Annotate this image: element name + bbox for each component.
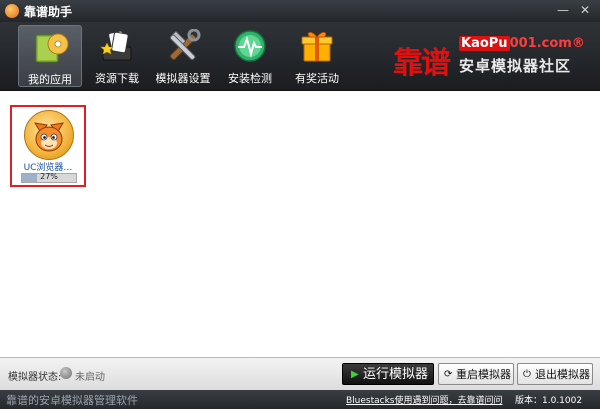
tab-resource-download[interactable]: 资源下载 (85, 25, 149, 87)
tab-reward-activities-label: 有奖活动 (295, 72, 339, 85)
run-emulator-label: 运行模拟器 (363, 367, 429, 382)
emulator-status-value: 未启动 (75, 372, 105, 383)
tab-install-check[interactable]: 安装检测 (218, 25, 282, 87)
tab-my-apps-label: 我的应用 (28, 73, 72, 86)
brand-logo: 靠谱 KaoPu 001.com® 安卓模拟器社区 (393, 36, 600, 81)
restart-emulator-button[interactable]: ⟳ 重启模拟器 (438, 363, 514, 385)
brand-url-suffix: ® (571, 36, 585, 51)
run-emulator-button[interactable]: ▶ 运行模拟器 (342, 363, 434, 385)
brand-subtitle: 安卓模拟器社区 (459, 57, 572, 75)
title-bar: 靠谱助手 — ✕ (0, 0, 600, 22)
brand-url: KaoPu 001.com® (459, 36, 585, 51)
restart-emulator-label: 重启模拟器 (456, 368, 511, 381)
brand-url-highlight: KaoPu (459, 36, 510, 51)
app-logo-icon (5, 4, 19, 18)
uc-browser-squirrel-icon (24, 110, 74, 160)
play-icon: ▶ (351, 369, 359, 380)
tab-resource-download-label: 资源下载 (95, 72, 139, 85)
tab-emulator-settings-label: 模拟器设置 (155, 72, 211, 85)
tab-install-check-label: 安装检测 (228, 72, 272, 85)
restart-icon: ⟳ (444, 369, 453, 380)
brand-name: 靠谱 (393, 46, 451, 81)
tools-icon (169, 29, 201, 61)
health-check-icon (234, 30, 266, 62)
main-toolbar: 我的应用 资源下载 模拟器设置 安装检测 有奖活动 靠谱 KaoPu 001.c… (0, 22, 600, 91)
footer-bar: 靠谱的安卓模拟器管理软件 Bluestacks使用遇到问题，去靠谱问问 版本：1… (0, 390, 600, 409)
tab-reward-activities[interactable]: 有奖活动 (285, 25, 349, 87)
status-bar: 模拟器状态: 未启动 ▶ 运行模拟器 ⟳ 重启模拟器 ⏻ 退出模拟器 (0, 357, 600, 391)
window-title: 靠谱助手 (24, 5, 73, 19)
book-disc-icon (35, 33, 69, 63)
emulator-status-label: 模拟器状态: (8, 372, 62, 383)
help-link[interactable]: Bluestacks使用遇到问题，去靠谱问问 (346, 393, 503, 406)
app-tile-uc-browser[interactable]: UC浏览器… 27% (10, 105, 86, 187)
brand-url-rest: 001.com (509, 36, 572, 51)
version-label: 版本：1.0.1002 (515, 396, 583, 406)
apps-panel: UC浏览器… 27% (0, 91, 600, 357)
power-icon: ⏻ (523, 369, 531, 380)
status-indicator-icon (60, 367, 72, 379)
progress-percent: 27% (40, 172, 58, 181)
game-cards-icon (100, 30, 132, 61)
tab-emulator-settings[interactable]: 模拟器设置 (151, 25, 215, 87)
tab-my-apps[interactable]: 我的应用 (18, 25, 82, 87)
minimize-button[interactable]: — (554, 2, 572, 18)
exit-emulator-label: 退出模拟器 (535, 368, 590, 381)
app-download-progress: 27% (21, 172, 77, 183)
squirrel-mascot-icon (34, 122, 64, 152)
footer-tagline: 靠谱的安卓模拟器管理软件 (6, 394, 138, 407)
gift-box-icon (301, 32, 333, 62)
exit-emulator-button[interactable]: ⏻ 退出模拟器 (517, 363, 593, 385)
close-button[interactable]: ✕ (576, 2, 594, 18)
